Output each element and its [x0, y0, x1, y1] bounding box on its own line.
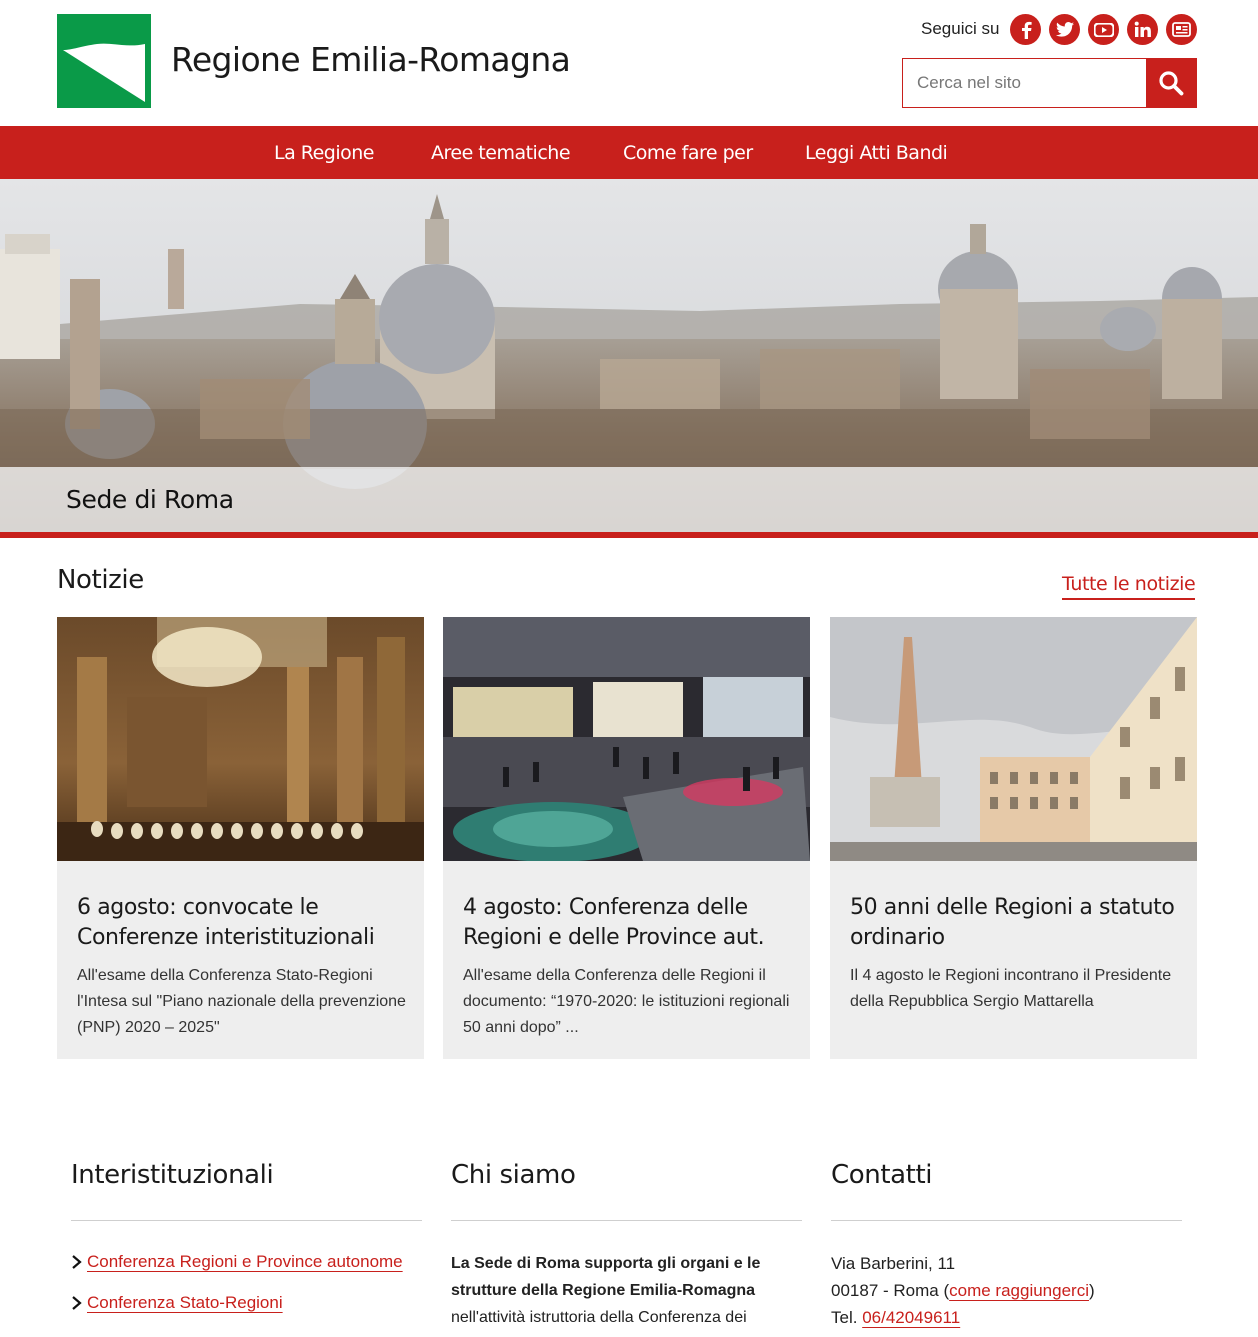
youtube-icon[interactable]: [1088, 14, 1119, 45]
interistituzionali-title: Interistituzionali: [71, 1160, 274, 1190]
news-card-title[interactable]: 50 anni delle Regioni a statuto ordinari…: [850, 893, 1180, 953]
site-title[interactable]: Regione Emilia-Romagna: [171, 40, 571, 79]
hero-banner: Sede di Roma: [0, 179, 1258, 532]
facebook-icon[interactable]: [1010, 14, 1041, 45]
nav-item-come-fare-per[interactable]: Come fare per: [623, 142, 753, 164]
chevron-right-icon: [72, 1255, 82, 1269]
main-nav: La Regione Aree tematiche Come fare per …: [0, 126, 1258, 281]
contact-info: Via Barberini, 11 00187 - Roma (come rag…: [831, 1250, 1191, 1331]
news-card-image: [443, 617, 810, 861]
contatti-title: Contatti: [831, 1160, 933, 1190]
city: 00187 - Roma (: [831, 1281, 950, 1300]
linkedin-icon[interactable]: [1127, 14, 1158, 45]
search-button[interactable]: [1146, 59, 1196, 107]
directions-link[interactable]: come raggiungerci: [949, 1281, 1089, 1300]
chevron-right-icon: [72, 1296, 82, 1310]
address: Via Barberini, 11: [831, 1254, 956, 1273]
city-line: 00187 - Roma (come raggiungerci): [831, 1277, 1191, 1304]
news-card-2[interactable]: 4 agosto: Conferenza delle Regioni e del…: [443, 617, 810, 1059]
list-item: Conferenza Regioni e Province autonome: [71, 1252, 403, 1272]
hero-divider: [0, 532, 1258, 538]
social-links: [1010, 14, 1197, 45]
list-item: Conferenza Stato-Regioni: [71, 1293, 283, 1313]
city-end: ): [1088, 1281, 1095, 1300]
follow-label: Seguici su: [921, 19, 1000, 38]
divider: [831, 1220, 1182, 1221]
phone-line: Tel. 06/42049611: [831, 1304, 1191, 1331]
news-card-text: All'esame della Conferenza Stato-Regioni…: [77, 967, 406, 1036]
all-news-link[interactable]: Tutte le notizie: [1062, 573, 1196, 600]
news-card-image: [57, 617, 424, 861]
news-section-title: Notizie: [57, 565, 144, 595]
nav-item-la-regione[interactable]: La Regione: [274, 142, 375, 164]
site-header: Regione Emilia-Romagna Seguici su: [0, 0, 1258, 126]
phone-link[interactable]: 06/42049611: [862, 1308, 960, 1327]
divider: [71, 1220, 422, 1221]
news-card-1[interactable]: 6 agosto: convocate le Conferenze interi…: [57, 617, 424, 1059]
news-card-title[interactable]: 4 agosto: Conferenza delle Regioni e del…: [463, 893, 793, 953]
divider: [451, 1220, 802, 1221]
news-card-3[interactable]: 50 anni delle Regioni a statuto ordinari…: [830, 617, 1197, 1059]
link-conferenza-regioni[interactable]: Conferenza Regioni e Province autonome: [87, 1252, 403, 1272]
search-icon: [1159, 71, 1184, 96]
twitter-icon[interactable]: [1049, 14, 1080, 45]
chi-siamo-text: La Sede di Roma supporta gli organi e le…: [451, 1250, 801, 1331]
search-box: [902, 58, 1197, 108]
news-card-text: All'esame della Conferenza delle Regioni…: [463, 967, 790, 1036]
news-card-text: Il 4 agosto le Regioni incontrano il Pre…: [850, 967, 1172, 1010]
link-conferenza-stato-regioni[interactable]: Conferenza Stato-Regioni: [87, 1293, 283, 1313]
chi-siamo-rest: nell'attività istruttoria della Conferen…: [451, 1309, 747, 1326]
chi-siamo-bold: La Sede di Roma supporta gli organi e le…: [451, 1255, 761, 1299]
search-input[interactable]: [903, 59, 1146, 107]
news-card-title[interactable]: 6 agosto: convocate le Conferenze interi…: [77, 893, 407, 953]
hero-caption: Sede di Roma: [66, 485, 234, 514]
phone-label: Tel.: [831, 1308, 863, 1327]
nav-item-leggi-atti-bandi[interactable]: Leggi Atti Bandi: [805, 142, 948, 164]
chi-siamo-title: Chi siamo: [451, 1160, 576, 1190]
regione-logo[interactable]: [57, 14, 151, 108]
nav-item-aree-tematiche[interactable]: Aree tematiche: [431, 142, 571, 164]
news-card-image: [830, 617, 1197, 861]
news-icon[interactable]: [1166, 14, 1197, 45]
